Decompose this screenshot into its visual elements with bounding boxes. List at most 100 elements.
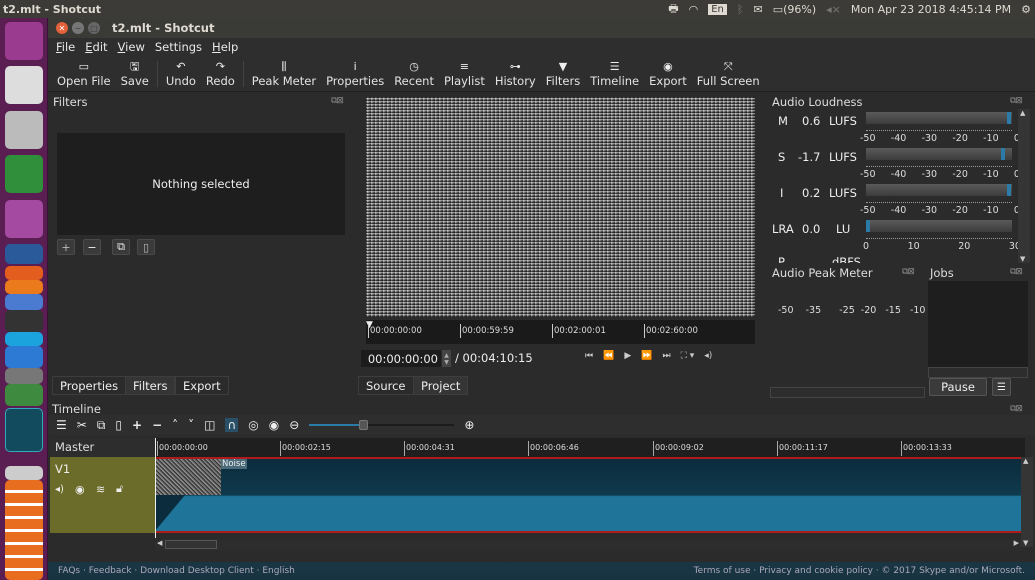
properties-button[interactable]: i Properties <box>321 59 389 91</box>
ripple-icon[interactable]: ◉ <box>269 418 279 432</box>
zoom-in-icon[interactable]: ⊕ <box>464 418 474 432</box>
float-close-icons[interactable]: ⧉⊠ <box>902 267 915 277</box>
usb-drives-stack-icon[interactable] <box>5 480 43 580</box>
menu-edit[interactable]: Edit <box>85 40 107 54</box>
ubuntu-dash-icon[interactable] <box>5 22 43 60</box>
skype-icon[interactable] <box>5 332 43 346</box>
drive-icon[interactable] <box>5 368 43 384</box>
fast-forward-icon[interactable]: ⏩ <box>641 351 652 361</box>
copy-icon[interactable]: ⧉ <box>97 418 106 433</box>
volume-muted-icon[interactable]: ◂× <box>826 3 841 16</box>
export-button[interactable]: ◉ Export <box>644 59 692 91</box>
scroll-up-icon[interactable]: ▲ <box>1020 109 1025 117</box>
maximize-window-button[interactable]: □ <box>88 22 100 34</box>
scroll-down-icon[interactable]: ▼ <box>1020 255 1025 263</box>
playlist-button[interactable]: ≡ Playlist <box>439 59 490 91</box>
footer-legal[interactable]: Terms of use · Privacy and cookie policy… <box>694 566 1025 576</box>
scroll-down-icon[interactable]: ▼ <box>1023 539 1028 547</box>
timeline-zoom-slider[interactable] <box>309 418 455 432</box>
tab-properties[interactable]: Properties <box>52 376 127 395</box>
chromium-icon[interactable] <box>5 294 43 310</box>
zoom-fit-icon[interactable]: ⛶ ▾ <box>681 351 695 361</box>
scroll-thumb[interactable] <box>165 540 217 549</box>
writer-icon[interactable] <box>5 244 43 264</box>
tab-filters[interactable]: Filters <box>125 376 176 395</box>
calc-icon[interactable] <box>5 155 43 193</box>
undo-button[interactable]: ↶ Undo <box>161 59 201 91</box>
append-icon[interactable]: + <box>132 418 142 432</box>
copy-filters-button[interactable]: ⧉ <box>112 239 130 255</box>
save-button[interactable]: 🖫 Save <box>116 59 154 91</box>
tab-project[interactable]: Project <box>413 376 469 395</box>
youtube-icon[interactable] <box>5 310 43 332</box>
track-header-v1[interactable]: V1 ◂) ◉ ≋ 🔓︎ <box>50 457 155 533</box>
add-filter-button[interactable]: + <box>57 239 75 255</box>
composite-layers-icon[interactable]: ≋ <box>96 483 105 496</box>
remove-icon[interactable]: − <box>152 418 162 432</box>
timeline-playhead[interactable] <box>155 438 156 538</box>
firefox-icon[interactable] <box>5 280 43 294</box>
wifi-icon[interactable]: ◠ <box>689 3 699 16</box>
paste-icon[interactable]: ▯ <box>115 418 122 432</box>
loudness-scrollbar[interactable]: ▲ ▼ <box>1018 109 1030 263</box>
peak-meter-button[interactable]: ⫼ Peak Meter <box>247 59 321 91</box>
timeline-ruler[interactable]: 00:00:00:00 00:00:02:15 00:00:04:31 00:0… <box>155 438 1025 457</box>
mixer-app-icon[interactable] <box>5 66 43 104</box>
paste-filters-button[interactable]: ▯ <box>137 239 155 255</box>
recent-button[interactable]: ◷ Recent <box>389 59 439 91</box>
open-file-button[interactable]: ▭ Open File <box>52 59 116 91</box>
float-close-icons[interactable]: ⧉⊠ <box>1010 267 1023 277</box>
snap-magnet-icon[interactable]: ∩ <box>225 418 239 432</box>
clip-thumbnail[interactable] <box>155 459 221 495</box>
redo-button[interactable]: ↷ Redo <box>201 59 240 91</box>
keyboard-layout-indicator[interactable]: En <box>708 3 727 15</box>
menu-help[interactable]: Help <box>212 40 238 54</box>
peak-meter-hscrollbar[interactable] <box>770 387 925 398</box>
close-window-button[interactable]: ✕ <box>56 22 68 34</box>
player-scrubber[interactable]: ▼ 00:00:00:00 00:00:59:59 00:02:00:01 00… <box>366 320 755 344</box>
power-gear-icon[interactable]: ⚙ <box>1021 3 1031 16</box>
timecode-input[interactable]: 00:00:00:00 <box>361 350 441 367</box>
menu-view[interactable]: View <box>118 40 145 54</box>
mail-icon[interactable]: ✉ <box>753 3 762 16</box>
calendar-icon[interactable] <box>5 346 43 368</box>
bluetooth-icon[interactable]: ᛒ <box>737 3 744 16</box>
files-icon[interactable] <box>5 111 43 149</box>
lift-icon[interactable]: ˄ <box>172 418 178 432</box>
jobs-hscrollbar[interactable] <box>928 367 1028 378</box>
tab-source[interactable]: Source <box>358 376 414 395</box>
cut-icon[interactable]: ✂ <box>77 418 87 432</box>
lock-open-icon[interactable]: 🔓︎ <box>116 482 123 496</box>
zoom-out-icon[interactable]: ⊖ <box>289 418 299 432</box>
scroll-up-icon[interactable]: ▲ <box>1023 457 1028 465</box>
volume-icon[interactable]: ◂) <box>704 351 712 361</box>
workspace-switcher-icon[interactable] <box>5 408 43 452</box>
pidgin-icon[interactable] <box>5 200 43 238</box>
video-preview[interactable] <box>366 97 755 317</box>
jobs-menu-button[interactable]: ☰ <box>992 378 1011 396</box>
float-close-icons[interactable]: ⧉⊠ <box>1010 96 1023 106</box>
pause-jobs-button[interactable]: Pause <box>929 378 987 396</box>
float-close-icons[interactable]: ⧉⊠ <box>1010 404 1023 414</box>
fade-in-ramp[interactable] <box>155 495 225 531</box>
footer-links[interactable]: FAQs · Feedback · Download Desktop Clien… <box>58 566 295 576</box>
slider-handle[interactable] <box>358 420 368 430</box>
overwrite-icon[interactable]: ˅ <box>188 418 194 432</box>
remove-filter-button[interactable]: − <box>83 239 101 255</box>
minimize-window-button[interactable]: − <box>72 22 84 34</box>
shotcut-icon[interactable] <box>5 384 43 406</box>
mute-icon[interactable]: ◂) <box>55 484 64 495</box>
battery-indicator[interactable]: ▭(96%) <box>773 3 816 16</box>
skip-to-end-icon[interactable]: ⏭ <box>662 351 670 361</box>
printer-icon[interactable]: 🖶 <box>668 0 678 19</box>
play-icon[interactable]: ▶ <box>624 351 631 361</box>
spin-up-icon[interactable]: ▲ <box>444 352 449 359</box>
full-screen-button[interactable]: ⤧ Full Screen <box>692 59 765 91</box>
split-icon[interactable]: ◫ <box>204 418 215 432</box>
timeline-track-v1[interactable]: Noise <box>155 457 1021 533</box>
tab-export[interactable]: Export <box>175 376 229 395</box>
filters-button[interactable]: ▼ Filters <box>541 59 585 91</box>
scroll-right-icon[interactable]: ▶ <box>1014 539 1019 547</box>
scroll-left-icon[interactable]: ◀ <box>157 539 162 547</box>
skip-to-start-icon[interactable]: ⏮ <box>585 351 593 361</box>
